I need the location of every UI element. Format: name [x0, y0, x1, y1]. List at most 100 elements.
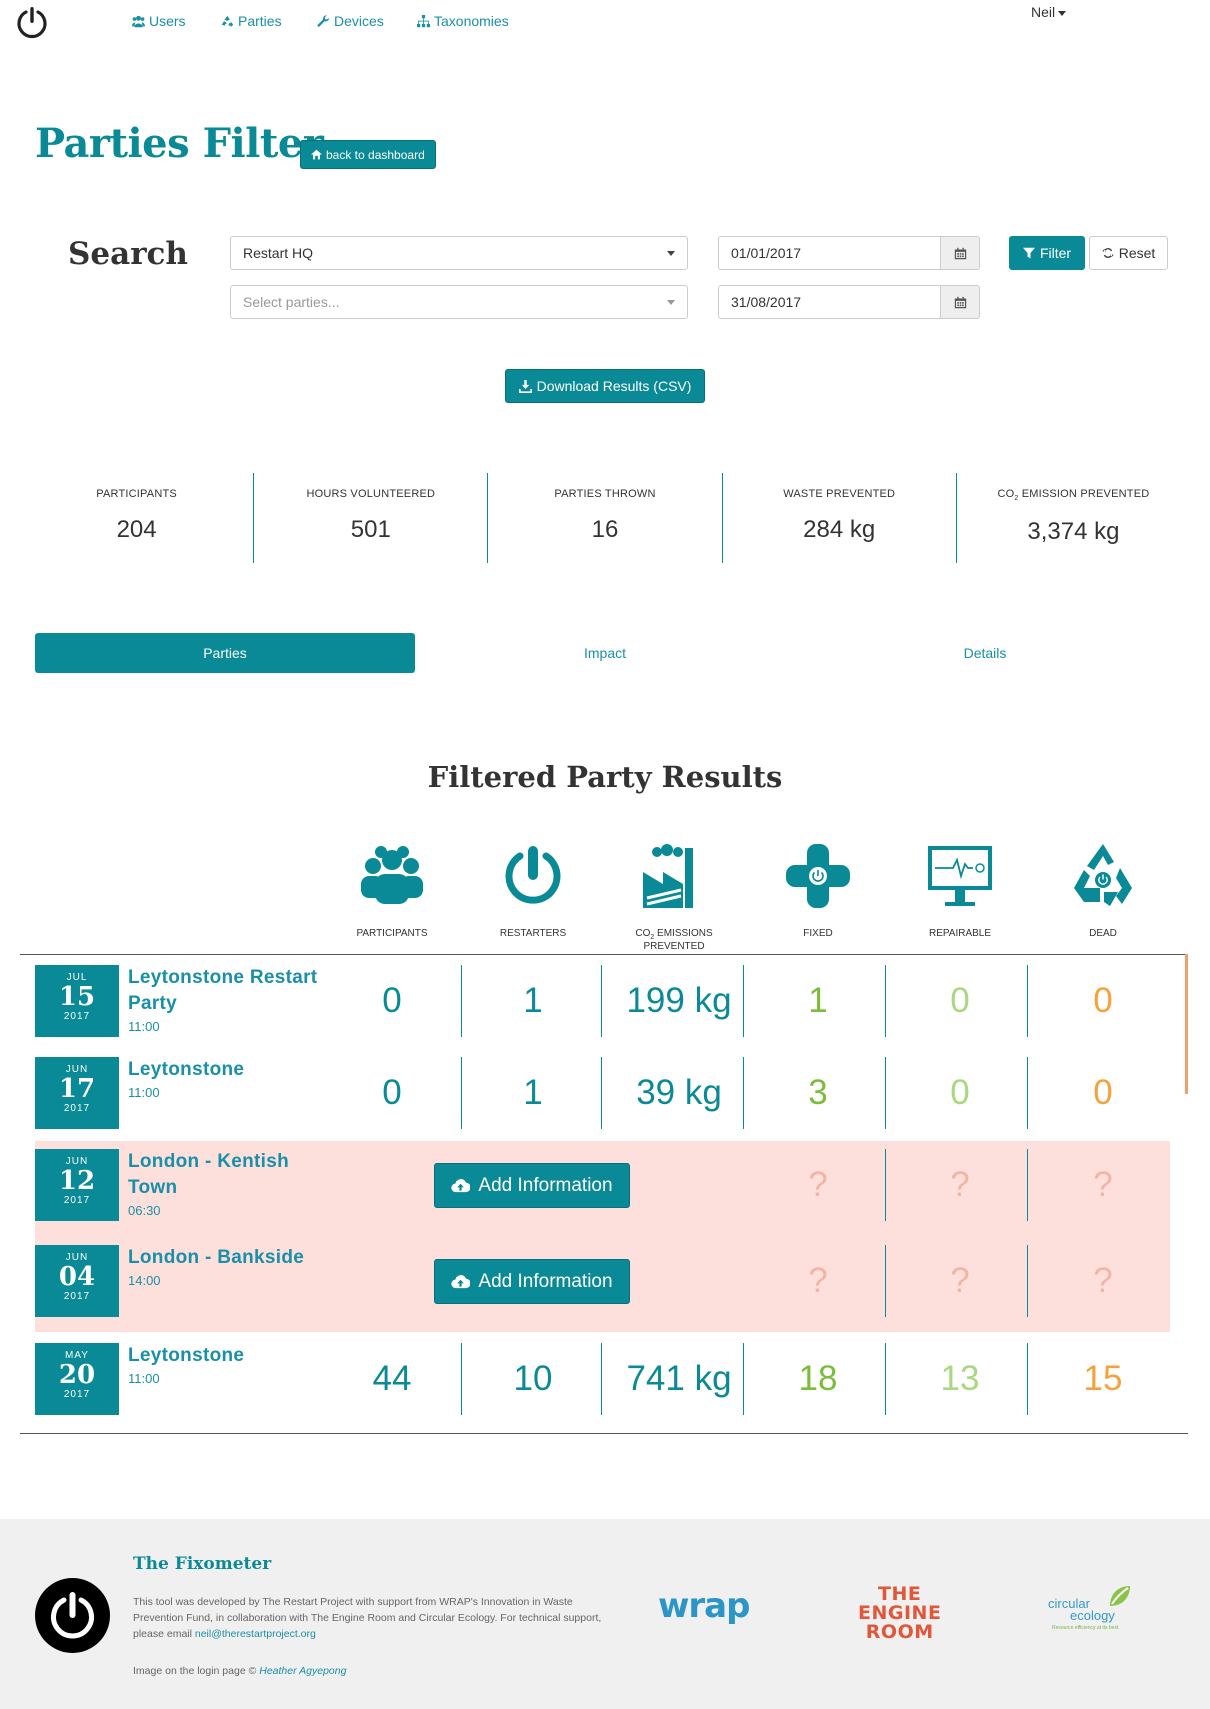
circular-ecology-logo[interactable]: circular ecology Resource efficiency at … — [1048, 1584, 1138, 1634]
dead-value: 15 — [1083, 1359, 1123, 1398]
party-row: JUL 15 2017 Leytonstone Restart Party 1 1… — [35, 965, 1170, 1037]
calendar-icon — [954, 247, 966, 259]
recycle-icon — [221, 15, 234, 27]
add-info-label: Add Information — [478, 1174, 613, 1196]
column-divider — [601, 1057, 602, 1129]
sitemap-icon — [417, 14, 430, 27]
party-name-link[interactable]: London - Bankside — [128, 1245, 328, 1271]
dead-icon — [1074, 844, 1132, 906]
co2-value: 39 kg — [636, 1073, 722, 1112]
back-to-dashboard-button[interactable]: back to dashboard — [300, 140, 436, 169]
credit-link[interactable]: Heather Agyepong — [259, 1665, 346, 1677]
date-to-group: 31/08/2017 — [718, 285, 980, 319]
repairable-value: 0 — [950, 1073, 970, 1112]
download-label: Download Results (CSV) — [536, 378, 692, 394]
date-from-input[interactable]: 01/01/2017 — [718, 236, 941, 270]
factory-icon — [643, 844, 693, 908]
date-day: 04 — [58, 1262, 96, 1292]
stat-participants: PARTICIPANTS 204 — [20, 473, 253, 563]
column-divider — [1027, 1343, 1028, 1415]
add-information-button[interactable]: Add Information — [434, 1163, 630, 1208]
parties-select[interactable]: Select parties... — [230, 285, 688, 319]
party-name-link[interactable]: London - Kentish Town — [128, 1149, 328, 1201]
back-button-label: back to dashboard — [326, 147, 425, 162]
wrap-logo[interactable]: wrap — [658, 1586, 750, 1626]
engine-room-logo[interactable]: THE ENGINE ROOM — [858, 1585, 941, 1642]
nav-parties-label: Parties — [238, 13, 282, 29]
restarters-value: 1 — [523, 981, 543, 1020]
column-divider — [601, 1343, 602, 1415]
repairable-icon — [928, 846, 992, 906]
download-csv-button[interactable]: Download Results (CSV) — [505, 369, 705, 403]
nav-users-link[interactable]: Users — [132, 13, 186, 29]
tab-details[interactable]: Details — [795, 633, 1175, 673]
dropdown-caret-icon — [667, 300, 675, 305]
group-select[interactable]: Restart HQ — [230, 236, 688, 270]
date-badge: JUL 15 2017 — [35, 965, 119, 1037]
summary-stats: PARTICIPANTS 204 HOURS VOLUNTEERED 501 P… — [20, 473, 1190, 563]
date-from-calendar-button[interactable] — [941, 236, 980, 270]
date-day: 17 — [58, 1074, 96, 1104]
caret-down-icon — [1058, 10, 1067, 16]
stat-label: PARTICIPANTS — [96, 488, 177, 500]
add-information-button[interactable]: Add Information — [434, 1259, 630, 1304]
dead-unknown: ? — [1093, 1165, 1113, 1204]
leaf-icon — [1110, 1586, 1130, 1606]
wrench-icon — [317, 14, 330, 27]
party-name-link[interactable]: Leytonstone — [128, 1343, 328, 1369]
nav-devices-link[interactable]: Devices — [317, 13, 384, 29]
dead-value: 0 — [1093, 1073, 1113, 1112]
column-divider — [885, 1057, 886, 1129]
party-name-link[interactable]: Leytonstone — [128, 1057, 328, 1083]
fixed-unknown: ? — [808, 1165, 828, 1204]
party-time: 14:00 — [128, 1273, 161, 1288]
fixometer-logo-icon — [35, 1578, 110, 1653]
footer: The Fixometer This tool was developed by… — [0, 1519, 1210, 1709]
column-divider — [743, 1343, 744, 1415]
party-row: MAY 20 2017 Leytonstone 11:00 44 10 741 … — [35, 1343, 1170, 1415]
restarters-value: 1 — [523, 1073, 543, 1112]
party-time: 06:30 — [128, 1203, 161, 1218]
cloud-upload-icon — [451, 1179, 471, 1193]
results-title: Filtered Party Results — [427, 760, 783, 794]
users-icon — [132, 15, 145, 27]
party-time: 11:00 — [128, 1085, 160, 1100]
repairable-value: 0 — [950, 981, 970, 1020]
table-top-border — [20, 954, 1188, 955]
tab-parties[interactable]: Parties — [35, 633, 415, 673]
restarters-value: 10 — [513, 1359, 553, 1398]
date-year: 2017 — [63, 1195, 91, 1206]
reset-button[interactable]: Reset — [1089, 236, 1168, 270]
scrollbar[interactable] — [1185, 954, 1188, 1094]
page-title: Parties Filter — [35, 120, 324, 167]
col-participants: PARTICIPANTS — [327, 840, 457, 939]
nav-taxonomies-link[interactable]: Taxonomies — [417, 13, 509, 29]
repairable-unknown: ? — [950, 1261, 970, 1300]
tab-impact[interactable]: Impact — [415, 633, 795, 673]
support-email-link[interactable]: neil@therestartproject.org — [195, 1628, 316, 1640]
date-year: 2017 — [63, 1389, 91, 1400]
date-to-input[interactable]: 31/08/2017 — [718, 285, 941, 319]
fixed-icon — [786, 844, 850, 908]
footer-description: This tool was developed by The Restart P… — [133, 1596, 602, 1640]
repairable-value: 13 — [940, 1359, 980, 1398]
column-divider — [461, 965, 462, 1037]
date-to-calendar-button[interactable] — [941, 285, 980, 319]
party-row: JUN 17 2017 Leytonstone 11:00 0 1 39 kg … — [35, 1057, 1170, 1129]
date-badge: JUN 04 2017 — [35, 1245, 119, 1317]
col-label: DEAD — [1089, 928, 1117, 939]
column-divider — [461, 1343, 462, 1415]
restart-logo-icon[interactable] — [14, 4, 50, 40]
stat-label: HOURS VOLUNTEERED — [306, 488, 436, 500]
user-menu[interactable]: Neil — [1031, 4, 1067, 20]
date-year: 2017 — [63, 1103, 91, 1114]
column-divider — [601, 965, 602, 1037]
nav-parties-link[interactable]: Parties — [221, 13, 282, 29]
stat-co2-prevented: CO2 EMISSION PREVENTED 3,374 kg — [955, 473, 1190, 563]
co2-value: 199 kg — [626, 981, 732, 1020]
stat-waste-prevented: WASTE PREVENTED 284 kg — [721, 473, 956, 563]
filter-button[interactable]: Filter — [1009, 236, 1085, 270]
party-name-link[interactable]: Leytonstone Restart Party — [128, 965, 328, 1017]
date-badge: JUN 17 2017 — [35, 1057, 119, 1129]
add-info-label: Add Information — [478, 1270, 613, 1292]
